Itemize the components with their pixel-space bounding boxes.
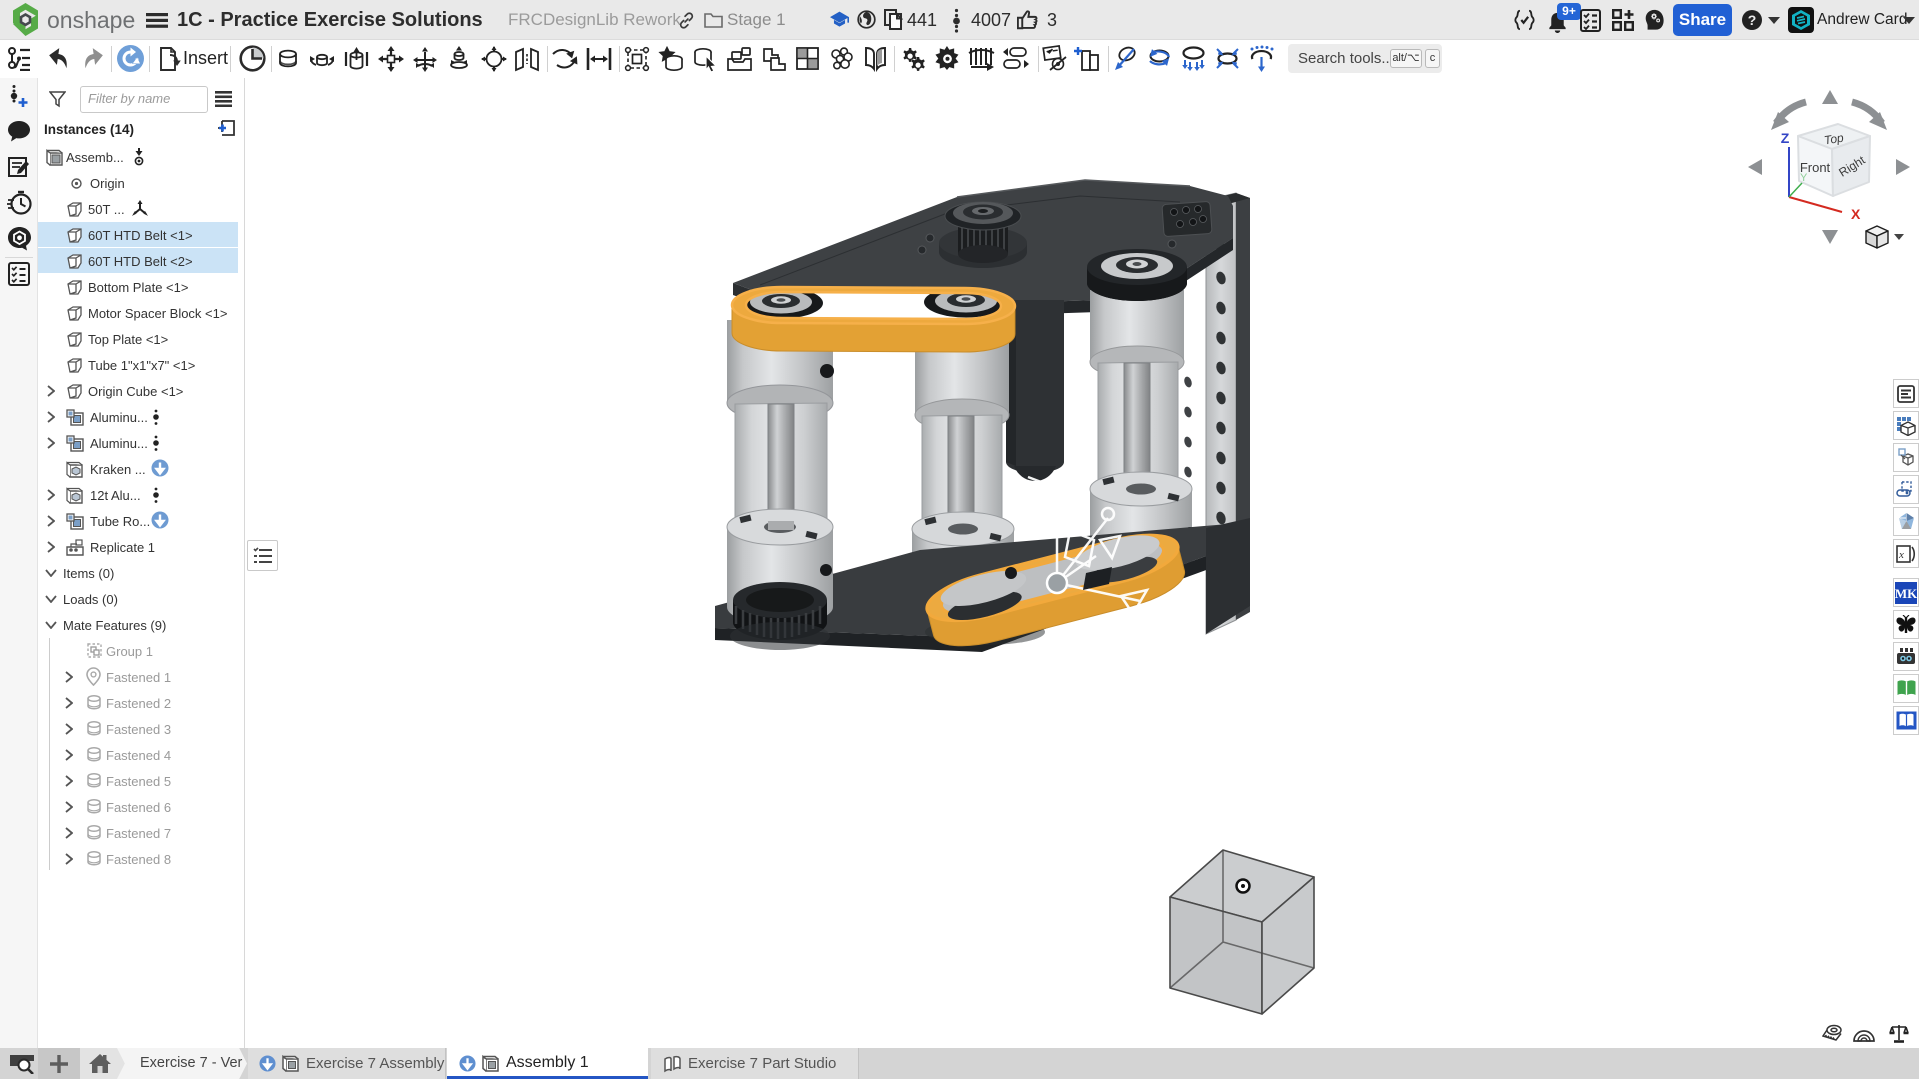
svg-text:Y: Y [1800,172,1808,184]
svg-text:Z: Z [1781,130,1790,146]
svg-text:MK: MK [1895,586,1917,601]
svg-text:?: ? [1748,12,1757,28]
svg-text:X: X [1851,206,1861,222]
svg-text:x: x [1898,549,1904,561]
